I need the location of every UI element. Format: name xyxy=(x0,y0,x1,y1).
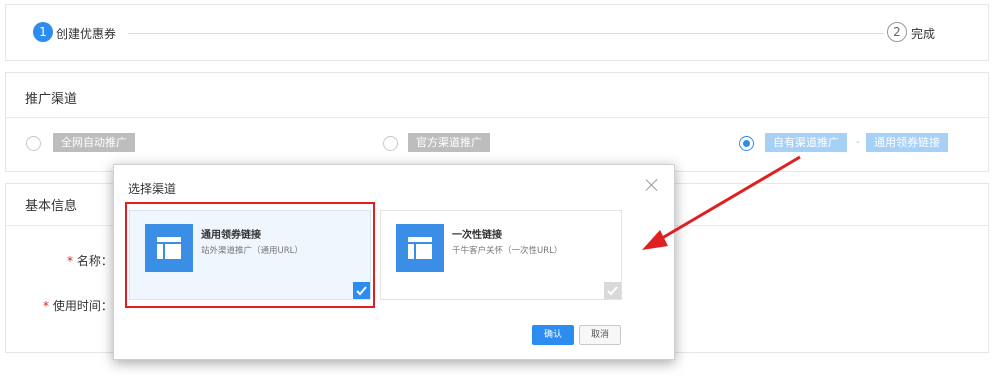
step-1-indicator: 1 xyxy=(33,22,53,42)
name-field-label: * 名称： xyxy=(67,252,113,269)
check-icon xyxy=(604,282,621,299)
option-all-network[interactable]: 全网自动推广 xyxy=(53,133,135,152)
layout-icon xyxy=(396,224,444,272)
use-time-field-label: * 使用时间： xyxy=(43,297,113,314)
modal-title: 选择渠道 xyxy=(128,182,177,196)
step-2-indicator: 2 xyxy=(887,22,907,42)
name-label-text: 名称： xyxy=(76,254,113,268)
required-mark: * xyxy=(67,254,73,268)
divider xyxy=(6,117,988,118)
option-separator: - xyxy=(856,135,860,148)
radio-all-network[interactable] xyxy=(26,136,41,151)
option-official-channel[interactable]: 官方渠道推广 xyxy=(408,133,490,152)
use-time-label-text: 使用时间： xyxy=(52,299,113,313)
highlight-box xyxy=(125,202,375,308)
step-2-label: 完成 xyxy=(911,27,936,41)
radio-own-channel[interactable] xyxy=(739,136,754,151)
channel-section-title: 推广渠道 xyxy=(25,92,78,107)
confirm-button[interactable]: 确认 xyxy=(532,325,574,345)
step-connector xyxy=(128,33,884,34)
radio-official-channel[interactable] xyxy=(383,136,398,151)
annotation-arrow-icon xyxy=(642,155,801,250)
channel-card-one-time-link[interactable]: 一次性链接 千牛客户关怀（一次性URL） xyxy=(380,210,622,300)
step-1-label: 创建优惠券 xyxy=(56,27,117,41)
card-name: 一次性链接 xyxy=(452,230,502,241)
card-description: 千牛客户关怀（一次性URL） xyxy=(452,246,563,256)
option-own-channel-link-type[interactable]: 通用领券链接 xyxy=(866,133,948,152)
channel-section: 推广渠道 全网自动推广 官方渠道推广 自有渠道推广 - 通用领券链接 xyxy=(5,72,989,172)
steps-bar: 1 创建优惠券 2 完成 xyxy=(5,4,989,61)
cancel-button[interactable]: 取消 xyxy=(579,325,621,345)
required-mark: * xyxy=(43,299,49,313)
basic-info-title: 基本信息 xyxy=(25,199,78,214)
